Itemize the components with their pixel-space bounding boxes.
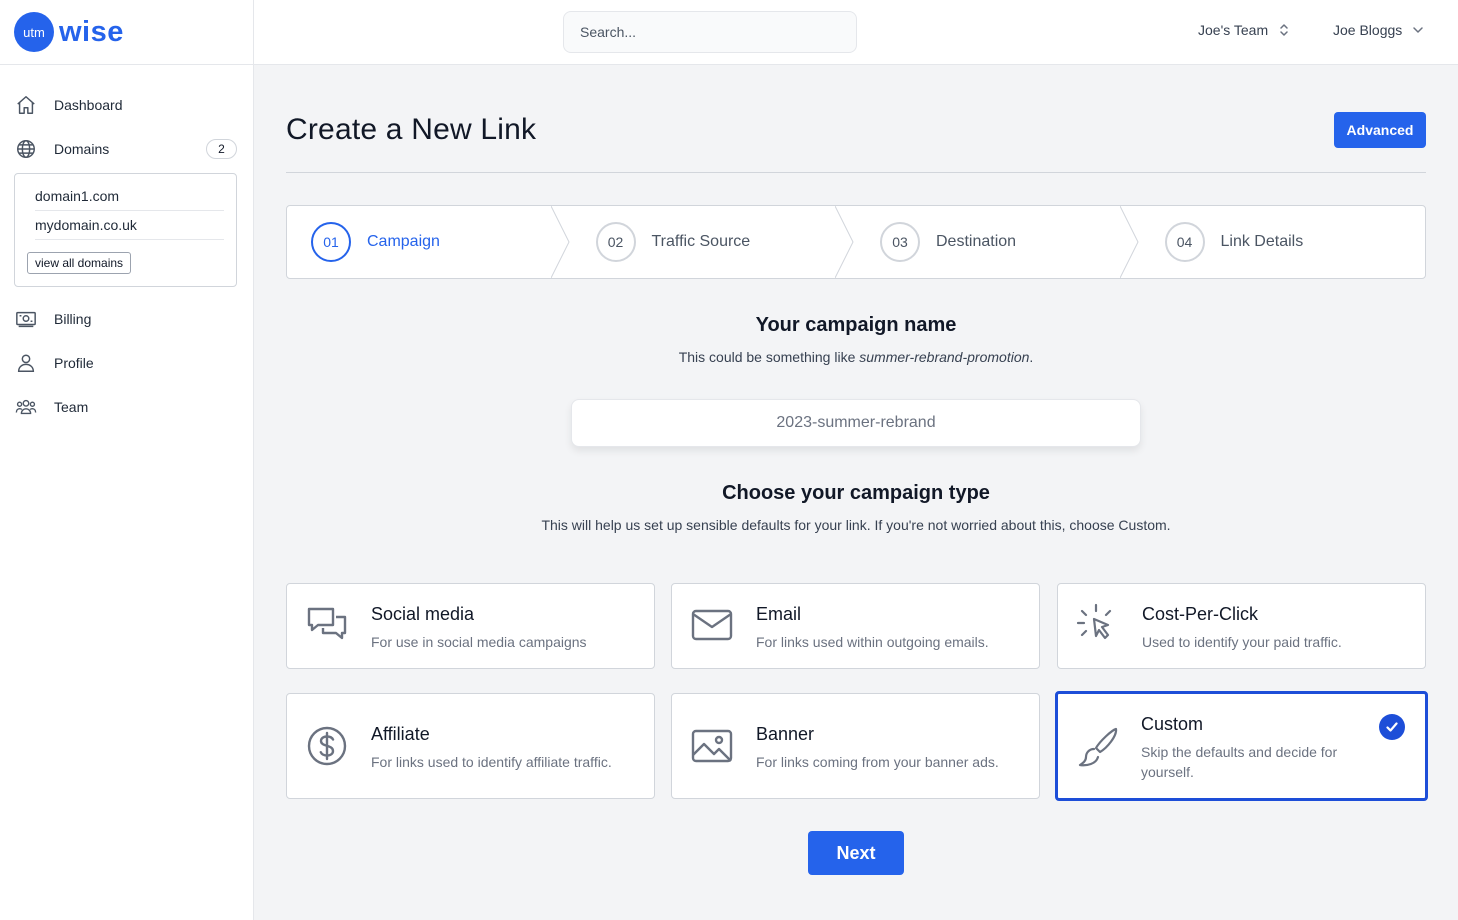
step-campaign[interactable]: 01 Campaign (287, 206, 572, 278)
user-name: Joe Bloggs (1333, 22, 1403, 38)
globe-icon (15, 138, 37, 160)
step-destination[interactable]: 03 Destination (856, 206, 1141, 278)
domain-item[interactable]: domain1.com (35, 182, 224, 211)
divider (286, 172, 1426, 173)
campaign-type-card-social-media[interactable]: Social media For use in social media cam… (286, 583, 655, 669)
selected-check-icon (1379, 714, 1405, 740)
step-number: 02 (595, 222, 636, 262)
page-title: Create a New Link (286, 113, 537, 146)
domains-count-badge: 2 (206, 139, 237, 159)
cursor-click-icon (1076, 603, 1120, 647)
card-title: Social media (371, 604, 475, 624)
top-bar: Joe's Team Joe Bloggs (254, 0, 1458, 65)
sidebar-item-domains[interactable]: Domains 2 (0, 127, 253, 171)
home-icon (15, 94, 37, 116)
user-menu[interactable]: Joe Bloggs (1333, 22, 1424, 38)
card-title: Affiliate (371, 724, 430, 744)
user-icon (15, 352, 37, 374)
advanced-button[interactable]: Advanced (1334, 112, 1426, 148)
step-number: 04 (1164, 222, 1205, 262)
campaign-type-card-banner[interactable]: Banner For links coming from your banner… (671, 693, 1040, 799)
view-all-domains-button[interactable]: view all domains (27, 252, 132, 274)
sidebar-item-label: Dashboard (54, 97, 123, 113)
card-description: For links coming from your banner ads. (756, 754, 999, 770)
chevron-down-icon (1412, 25, 1424, 35)
card-description: Skip the defaults and decide for yoursel… (1141, 744, 1338, 780)
hint-example: summer-rebrand-promotion (859, 349, 1030, 365)
step-link-details[interactable]: 04 Link Details (1141, 206, 1426, 278)
campaign-name-heading: Your campaign name (755, 314, 957, 336)
sidebar-item-label: Team (54, 399, 89, 415)
chevron-up-down-icon (1278, 23, 1290, 37)
card-description: For links used within outgoing emails. (756, 634, 989, 650)
step-separator (1119, 206, 1139, 278)
sidebar-item-label: Profile (54, 355, 94, 371)
sidebar-item-team[interactable]: Team (0, 385, 253, 429)
envelope-icon (690, 603, 734, 647)
step-separator (835, 206, 854, 278)
step-traffic-source[interactable]: 02 Traffic Source (572, 206, 857, 278)
campaign-type-card-cost-per-click[interactable]: Cost-Per-Click Used to identify your pai… (1057, 583, 1426, 669)
sidebar-item-label: Billing (54, 311, 92, 327)
step-number: 01 (311, 222, 351, 262)
logo-mark: utm (14, 12, 54, 52)
paintbrush-icon (1076, 725, 1120, 769)
campaign-name-input[interactable] (571, 399, 1141, 447)
stepper: 01 Campaign 02 Traffic Source 03 Destina… (286, 205, 1426, 279)
step-number: 03 (880, 222, 920, 262)
card-description: Used to identify your paid traffic. (1142, 634, 1342, 650)
search-input[interactable] (563, 11, 857, 53)
sidebar-item-profile[interactable]: Profile (0, 341, 253, 385)
logo-wordmark: wise (59, 15, 124, 48)
hint-prefix: This could be something like (678, 349, 860, 365)
step-separator (550, 206, 570, 278)
domain-item[interactable]: mydomain.co.uk (35, 211, 224, 240)
step-label: Campaign (367, 233, 440, 250)
step-label: Link Details (1220, 233, 1304, 250)
campaign-name-hint: This could be something like summer-rebr… (286, 349, 1426, 365)
card-description: For links used to identify affiliate tra… (371, 754, 612, 770)
campaign-type-card-email[interactable]: Email For links used within outgoing ema… (671, 583, 1040, 669)
domain-list: domain1.com mydomain.co.uk view all doma… (14, 173, 237, 287)
sidebar-item-billing[interactable]: Billing (0, 297, 253, 341)
dollar-circle-icon (305, 724, 349, 768)
card-description: For use in social media campaigns (371, 634, 587, 650)
step-label: Destination (936, 233, 1017, 250)
team-selector[interactable]: Joe's Team (1198, 22, 1290, 38)
logo[interactable]: utm wise (0, 0, 253, 65)
chat-bubbles-icon (305, 603, 349, 647)
team-icon (15, 396, 37, 418)
sidebar: utm wise Dashboard Domains 2 domain1.com… (0, 0, 254, 920)
billing-icon (15, 308, 37, 330)
card-title: Email (756, 604, 802, 624)
card-title: Cost-Per-Click (1142, 604, 1259, 624)
campaign-type-heading: Choose your campaign type (722, 482, 990, 504)
image-icon (690, 724, 734, 768)
card-title: Banner (756, 724, 815, 744)
campaign-type-hint: This will help us set up sensible defaul… (541, 517, 1171, 533)
hint-suffix: . (1029, 349, 1034, 365)
step-label: Traffic Source (651, 233, 751, 250)
campaign-type-card-custom[interactable]: Custom Skip the defaults and decide for … (1055, 691, 1428, 801)
team-name: Joe's Team (1198, 22, 1269, 38)
sidebar-nav: Dashboard Domains 2 domain1.com mydomain… (0, 65, 253, 429)
campaign-type-card-affiliate[interactable]: Affiliate For links used to identify aff… (286, 693, 655, 799)
sidebar-item-dashboard[interactable]: Dashboard (0, 83, 253, 127)
next-button[interactable]: Next (808, 831, 904, 875)
card-title: Custom (1141, 714, 1204, 734)
sidebar-item-label: Domains (54, 141, 110, 157)
